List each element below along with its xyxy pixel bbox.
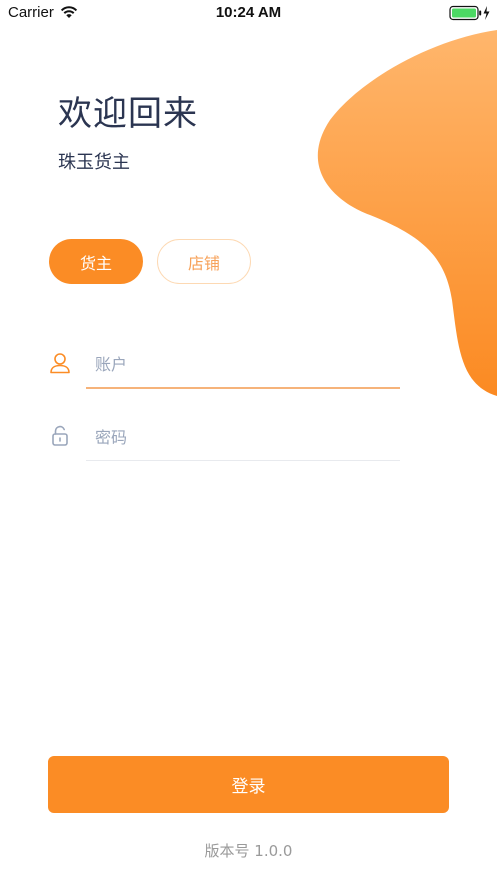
account-field bbox=[48, 343, 402, 389]
login-screen: Carrier 10:24 AM 欢迎回来 珠玉货主 货主 店铺 账户 登录 版… bbox=[0, 0, 497, 883]
password-underline bbox=[86, 460, 400, 461]
status-time: 10:24 AM bbox=[215, 4, 282, 21]
account-underline bbox=[86, 387, 400, 389]
version-label: 版本号 1.0.0 bbox=[204, 842, 293, 860]
battery-charging-icon bbox=[449, 5, 490, 21]
password-input[interactable] bbox=[88, 416, 400, 458]
lock-icon bbox=[52, 425, 68, 446]
password-field bbox=[48, 416, 402, 462]
role-toggle-shipper[interactable]: 货主 bbox=[49, 239, 143, 284]
page-title: 欢迎回来 bbox=[58, 94, 198, 134]
user-icon bbox=[50, 353, 70, 374]
account-input[interactable] bbox=[88, 343, 400, 385]
status-bar: Carrier 10:24 AM bbox=[0, 0, 497, 28]
role-toggle-store[interactable]: 店铺 bbox=[157, 239, 251, 284]
page-subtitle: 珠玉货主 bbox=[58, 152, 130, 173]
login-button[interactable]: 登录 bbox=[48, 756, 449, 813]
